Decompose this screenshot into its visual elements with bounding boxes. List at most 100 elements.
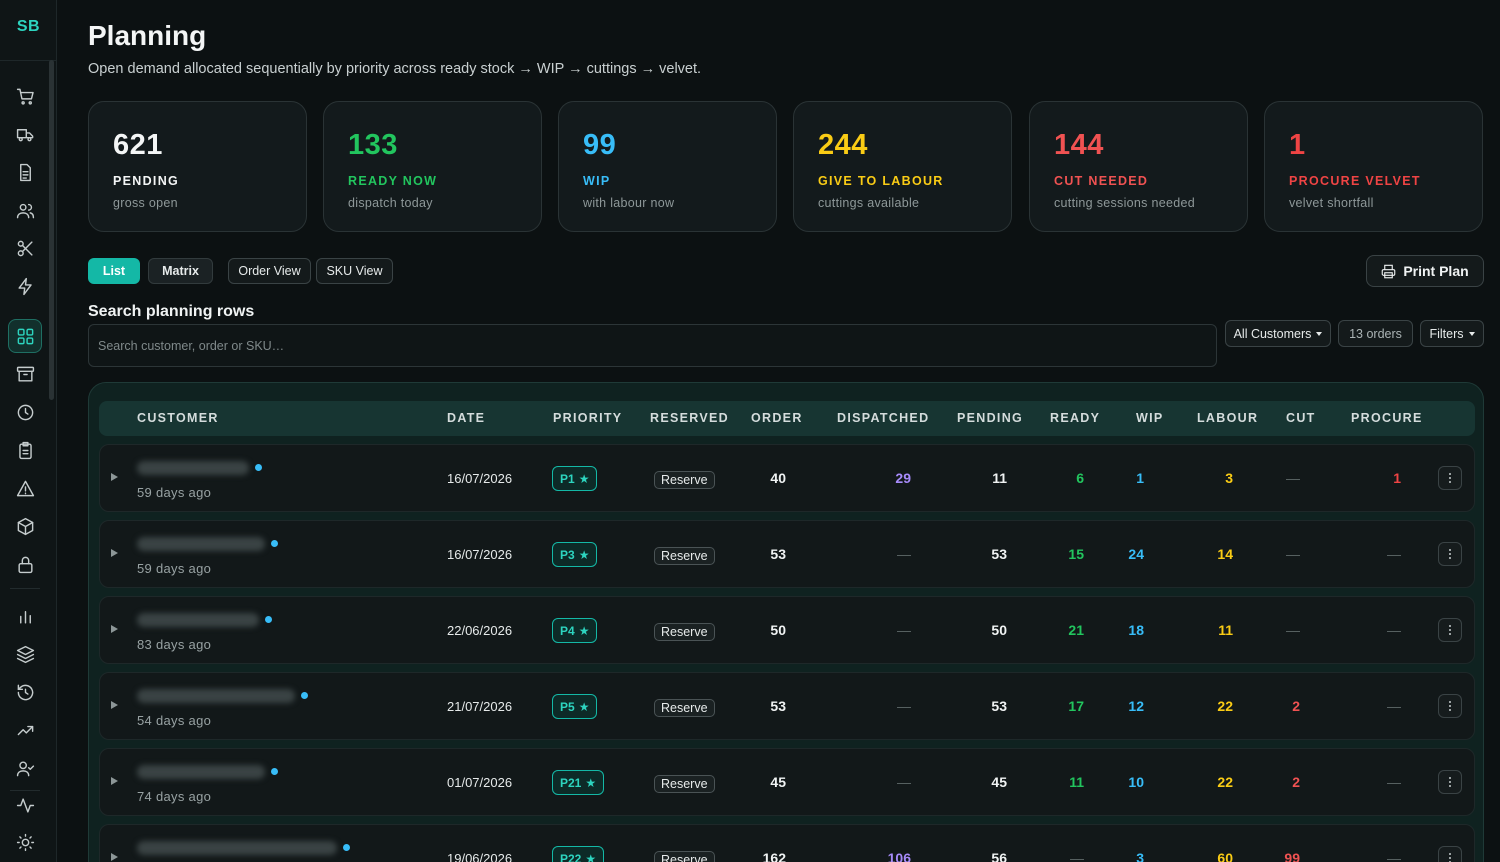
column-header-pending[interactable]: PENDING	[957, 411, 1023, 425]
cell-order: 50	[770, 622, 786, 638]
tab-order-view[interactable]: Order View	[228, 258, 311, 284]
priority-badge[interactable]: P22 ★	[552, 846, 605, 862]
sidebar-item-team[interactable]	[8, 751, 42, 785]
priority-label: P21	[560, 775, 582, 790]
filters-dropdown[interactable]: Filters	[1420, 320, 1484, 347]
warning-icon	[16, 480, 34, 496]
expand-row-icon[interactable]	[111, 701, 118, 709]
sidebar-item-timeline[interactable]	[8, 675, 42, 709]
search-input[interactable]	[88, 324, 1217, 367]
sidebar-item-archive[interactable]	[8, 357, 42, 391]
column-header-reserved[interactable]: RESERVED	[650, 411, 729, 425]
sidebar-item-activity[interactable]	[8, 788, 42, 822]
bar-chart-icon	[19, 610, 31, 624]
sidebar-item-security[interactable]	[8, 547, 42, 581]
reserve-button[interactable]: Reserve	[654, 775, 715, 793]
sidebar-item-settings[interactable]	[8, 825, 42, 859]
expand-row-icon[interactable]	[111, 473, 118, 481]
tab-sku-view[interactable]: SKU View	[316, 258, 393, 284]
sidebar-item-dispatch[interactable]	[8, 117, 42, 151]
kpi-description: dispatch today	[348, 196, 433, 210]
sidebar-item-cutting[interactable]	[8, 231, 42, 265]
priority-badge[interactable]: P4 ★	[552, 618, 598, 643]
row-menu-button[interactable]	[1438, 542, 1462, 566]
sidebar-scrollbar[interactable]	[49, 60, 54, 400]
row-menu-button[interactable]	[1438, 466, 1462, 490]
status-dot-icon	[343, 844, 350, 851]
column-header-ready[interactable]: READY	[1050, 411, 1100, 425]
cell-procure: —	[1387, 622, 1401, 638]
cell-wip: 1	[1136, 470, 1144, 486]
reserve-button[interactable]: Reserve	[654, 547, 715, 565]
tab-matrix[interactable]: Matrix	[148, 258, 213, 284]
tab-list[interactable]: List	[88, 258, 140, 284]
order-age: 59 days ago	[137, 561, 212, 576]
cell-pending: 50	[991, 622, 1007, 638]
cell-dispatched: 29	[895, 470, 911, 486]
print-plan-button[interactable]: Print Plan	[1366, 255, 1484, 287]
expand-row-icon[interactable]	[111, 853, 118, 861]
app-logo[interactable]: SB	[0, 18, 57, 36]
customer-name-redacted	[137, 613, 259, 627]
sidebar-item-documents[interactable]	[8, 155, 42, 189]
priority-badge[interactable]: P1 ★	[552, 466, 598, 491]
column-header-dispatched[interactable]: DISPATCHED	[837, 411, 929, 425]
sidebar-item-customers[interactable]	[8, 193, 42, 227]
row-menu-button[interactable]	[1438, 694, 1462, 718]
column-header-wip[interactable]: WIP	[1136, 411, 1164, 425]
table-row[interactable]: 59 days ago 16/07/2026 P1 ★ Reserve 40 29 11 6 1 3…	[99, 444, 1475, 512]
order-date: 16/07/2026	[447, 547, 513, 562]
sidebar-item-tasks[interactable]	[8, 433, 42, 467]
sidebar-item-trends[interactable]	[8, 713, 42, 747]
column-header-procure[interactable]: PROCURE	[1351, 411, 1423, 425]
sidebar-item-layers[interactable]	[8, 637, 42, 671]
priority-badge[interactable]: P21 ★	[552, 770, 605, 795]
kpi-description: velvet shortfall	[1289, 196, 1374, 210]
priority-label: P3	[560, 547, 575, 562]
status-dot-icon	[301, 692, 308, 699]
table-row[interactable]: 83 days ago 22/06/2026 P4 ★ Reserve 50 — 50 21 18…	[99, 596, 1475, 664]
row-menu-button[interactable]	[1438, 846, 1462, 862]
table-row[interactable]: 54 days ago 21/07/2026 P5 ★ Reserve 53 — 53 17 12…	[99, 672, 1475, 740]
reserve-button[interactable]: Reserve	[654, 471, 715, 489]
sidebar-item-alerts[interactable]	[8, 471, 42, 505]
cell-order: 53	[770, 698, 786, 714]
chevron-down-icon	[1468, 331, 1475, 336]
row-menu-button[interactable]	[1438, 618, 1462, 642]
expand-row-icon[interactable]	[111, 625, 118, 633]
column-header-labour[interactable]: LABOUR	[1197, 411, 1258, 425]
customer-filter-dropdown[interactable]: All Customers	[1225, 320, 1331, 347]
expand-row-icon[interactable]	[111, 549, 118, 557]
activity-icon	[16, 797, 34, 813]
sidebar-item-history[interactable]	[8, 395, 42, 429]
column-header-customer[interactable]: CUSTOMER	[137, 411, 219, 425]
column-header-cut[interactable]: CUT	[1286, 411, 1316, 425]
reserve-button[interactable]: Reserve	[654, 851, 715, 862]
sidebar-item-reports[interactable]	[8, 599, 42, 633]
column-header-order[interactable]: ORDER	[751, 411, 803, 425]
sidebar-item-actions[interactable]	[8, 269, 42, 303]
sun-icon	[16, 833, 34, 851]
sidebar-item-orders[interactable]	[8, 79, 42, 113]
priority-label: P4	[560, 623, 575, 638]
sidebar-item-planning[interactable]	[8, 319, 42, 353]
reserve-button[interactable]: Reserve	[654, 699, 715, 717]
table-row[interactable]: 59 days ago 16/07/2026 P3 ★ Reserve 53 — 53 15 24…	[99, 520, 1475, 588]
kpi-value: 244	[818, 129, 868, 161]
cell-cut: 99	[1284, 850, 1300, 862]
table-row[interactable]: 74 days ago 01/07/2026 P21 ★ Reserve 45 — 45 11 1…	[99, 748, 1475, 816]
column-header-priority[interactable]: PRIORITY	[553, 411, 622, 425]
priority-badge[interactable]: P3 ★	[552, 542, 598, 567]
dot	[1449, 781, 1451, 783]
order-date: 16/07/2026	[447, 471, 513, 486]
cell-dispatched: —	[897, 698, 911, 714]
expand-row-icon[interactable]	[111, 777, 118, 785]
row-menu-button[interactable]	[1438, 770, 1462, 794]
cell-ready: —	[1070, 850, 1084, 862]
priority-badge[interactable]: P5 ★	[552, 694, 598, 719]
cell-cut: 2	[1292, 774, 1300, 790]
reserve-button[interactable]: Reserve	[654, 623, 715, 641]
sidebar-item-inventory[interactable]	[8, 509, 42, 543]
table-row[interactable]: 19/06/2026 P22 ★ Reserve 162 106 56 — 3 60 99 —	[99, 824, 1475, 862]
column-header-date[interactable]: DATE	[447, 411, 485, 425]
